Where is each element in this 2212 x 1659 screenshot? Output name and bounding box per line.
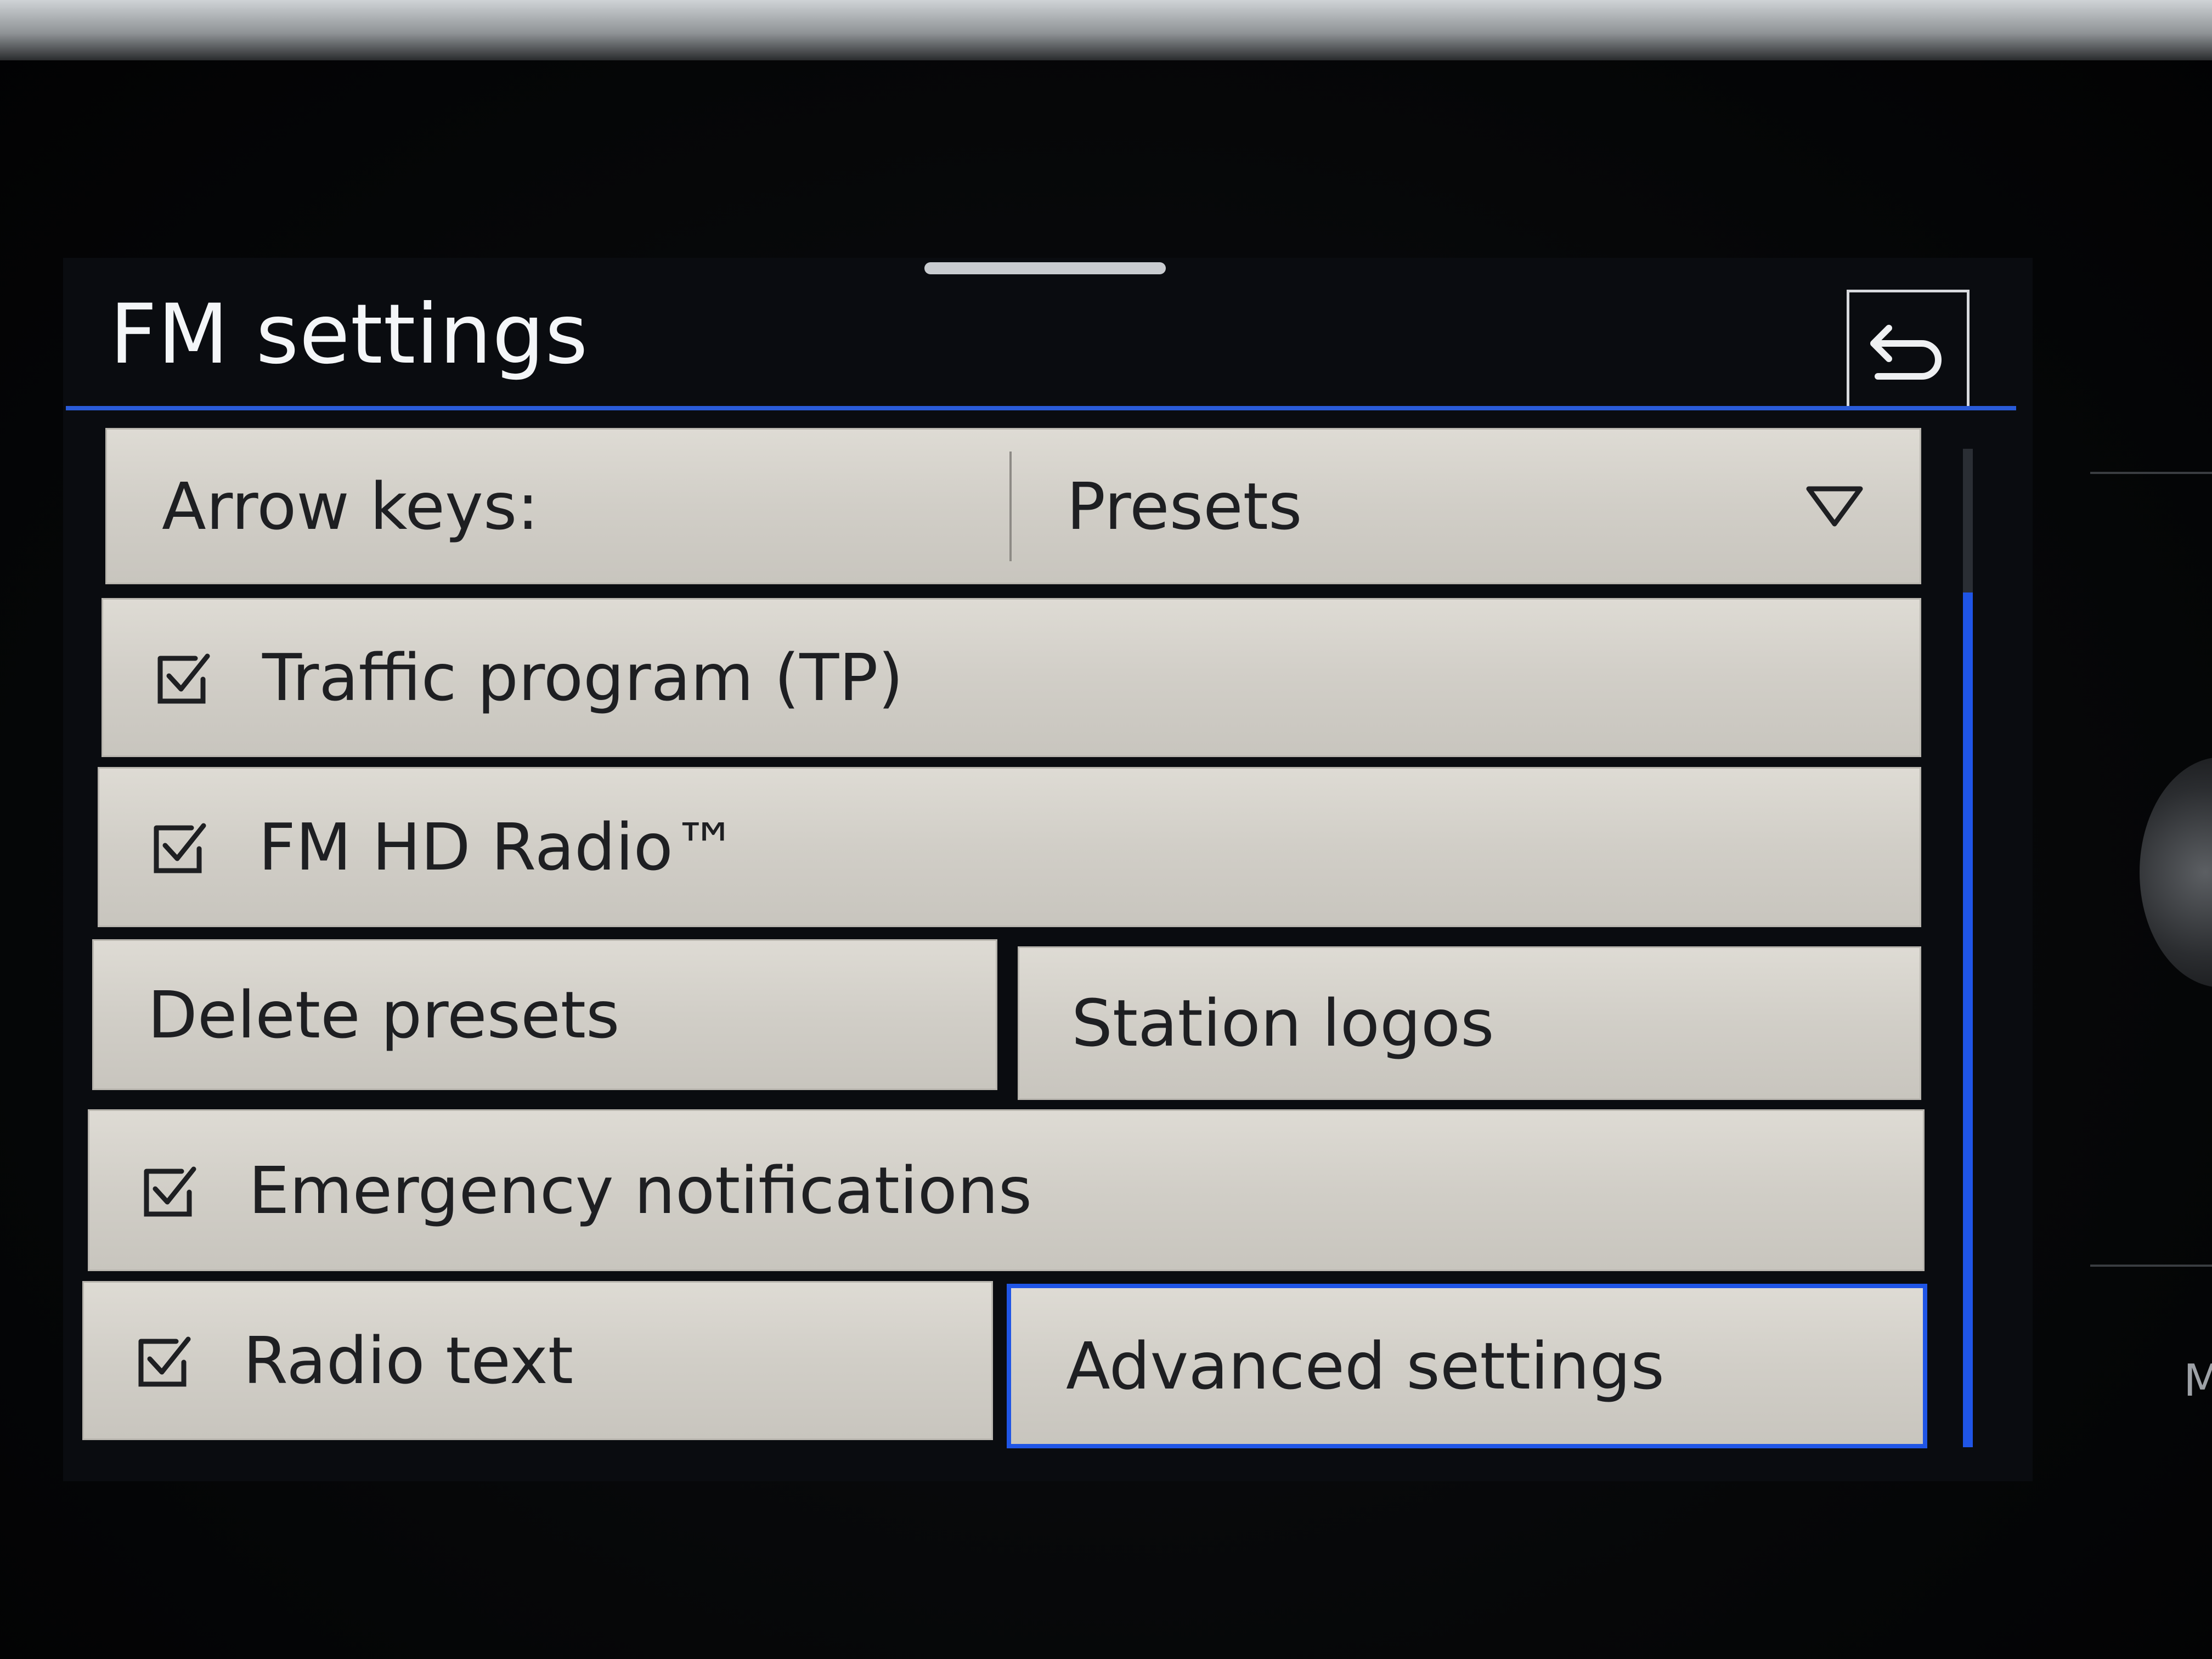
arrow-keys-dropdown[interactable]: Arrow keys: Presets bbox=[105, 428, 1921, 584]
hd-radio-label: FM HD Radio™ bbox=[258, 809, 738, 885]
dropdown-divider bbox=[1009, 451, 1012, 561]
volume-knob[interactable] bbox=[2140, 757, 2212, 988]
checkbox-checked-icon bbox=[157, 653, 210, 704]
station-logos-button[interactable]: Station logos bbox=[1018, 946, 1921, 1100]
advanced-settings-button[interactable]: Advanced settings bbox=[1007, 1284, 1927, 1448]
checkbox-checked-icon bbox=[144, 1166, 196, 1216]
hd-radio-toggle[interactable]: FM HD Radio™ bbox=[98, 767, 1921, 927]
top-bezel bbox=[0, 0, 2212, 60]
emergency-notifications-label: Emergency notifications bbox=[249, 1152, 1032, 1228]
arrow-keys-label: Arrow keys: bbox=[162, 468, 539, 544]
checkbox-checked-icon bbox=[138, 1336, 191, 1387]
back-button[interactable] bbox=[1847, 290, 1970, 410]
arrow-keys-value: Presets bbox=[1066, 468, 1302, 544]
side-divider-top bbox=[2090, 472, 2212, 474]
advanced-settings-label: Advanced settings bbox=[1066, 1328, 1664, 1404]
back-arrow-icon bbox=[1870, 325, 1942, 380]
traffic-program-toggle[interactable]: Traffic program (TP) bbox=[101, 598, 1921, 757]
traffic-program-label: Traffic program (TP) bbox=[262, 640, 904, 715]
delete-presets-label: Delete presets bbox=[148, 977, 620, 1053]
station-logos-label: Station logos bbox=[1071, 985, 1494, 1061]
title-underline bbox=[66, 406, 2016, 410]
radio-text-label: Radio text bbox=[243, 1323, 573, 1398]
checkbox-checked-icon bbox=[154, 823, 206, 873]
device-frame: FM settings Arrow keys: Presets Traffic … bbox=[0, 0, 2212, 1659]
side-button-label: M bbox=[2183, 1355, 2212, 1406]
pull-down-handle[interactable] bbox=[924, 262, 1166, 274]
side-divider-bottom bbox=[2090, 1265, 2212, 1267]
delete-presets-button[interactable]: Delete presets bbox=[92, 939, 997, 1090]
radio-text-toggle[interactable]: Radio text bbox=[82, 1281, 993, 1440]
dropdown-triangle-icon bbox=[1806, 486, 1863, 526]
page-title: FM settings bbox=[110, 287, 589, 382]
scrollbar-thumb[interactable] bbox=[1963, 592, 1973, 1447]
emergency-notifications-toggle[interactable]: Emergency notifications bbox=[88, 1109, 1925, 1271]
